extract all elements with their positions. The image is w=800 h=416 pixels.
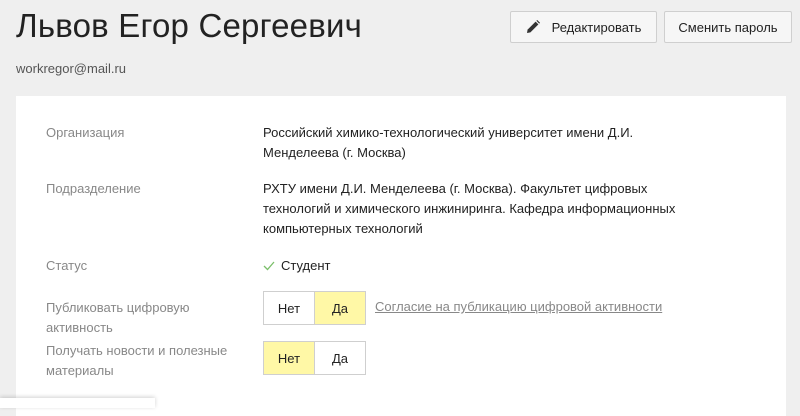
- change-password-label: Сменить пароль: [678, 19, 778, 35]
- publish-activity-option-yes[interactable]: Да: [314, 292, 365, 324]
- department-label: Подразделение: [46, 181, 141, 196]
- receive-news-toggle[interactable]: Нет Да: [263, 341, 366, 375]
- profile-details-card: Организация Российский химико-технологич…: [16, 96, 786, 416]
- organization-value: Российский химико-технологический универ…: [263, 123, 703, 163]
- user-email: workregor@mail.ru: [16, 61, 126, 76]
- floating-panel-edge: [0, 398, 155, 408]
- publication-consent-link[interactable]: Согласие на публикацию цифровой активнос…: [375, 299, 662, 314]
- department-value-line: компьютерных технологий: [263, 221, 423, 236]
- profile-header: Львов Егор Сергеевич workregor@mail.ru: [16, 6, 362, 76]
- receive-news-option-yes[interactable]: Да: [314, 342, 365, 374]
- organization-label: Организация: [46, 125, 125, 140]
- page-title: Львов Егор Сергеевич: [16, 7, 362, 44]
- status-value: Студент: [263, 256, 703, 276]
- receive-news-label-line: материалы: [46, 363, 114, 378]
- publish-activity-toggle[interactable]: Нет Да: [263, 291, 366, 325]
- status-text: Студент: [281, 258, 331, 273]
- publish-activity-label: Публиковать цифровую активность: [46, 300, 190, 335]
- status-label: Статус: [46, 258, 88, 273]
- edit-button-label: Редактировать: [551, 19, 642, 35]
- receive-news-option-no[interactable]: Нет: [264, 342, 314, 374]
- receive-news-label: Получать новости и полезные материалы: [46, 341, 246, 381]
- department-value-line: технологий и химического инжиниринга. Ка…: [263, 201, 676, 216]
- check-icon: [263, 261, 275, 271]
- pencil-icon: [526, 20, 540, 34]
- edit-button[interactable]: Редактировать: [510, 11, 657, 43]
- receive-news-label-line: Получать новости и полезные: [46, 343, 228, 358]
- department-value: РХТУ имени Д.И. Менделеева (г. Москва). …: [263, 179, 703, 239]
- department-value-line: РХТУ имени Д.И. Менделеева (г. Москва). …: [263, 181, 648, 196]
- organization-value-line: Российский химико-технологический универ…: [263, 125, 634, 140]
- publish-activity-option-no[interactable]: Нет: [264, 292, 314, 324]
- organization-value-line: Менделеева (г. Москва): [263, 145, 406, 160]
- change-password-button[interactable]: Сменить пароль: [664, 11, 792, 43]
